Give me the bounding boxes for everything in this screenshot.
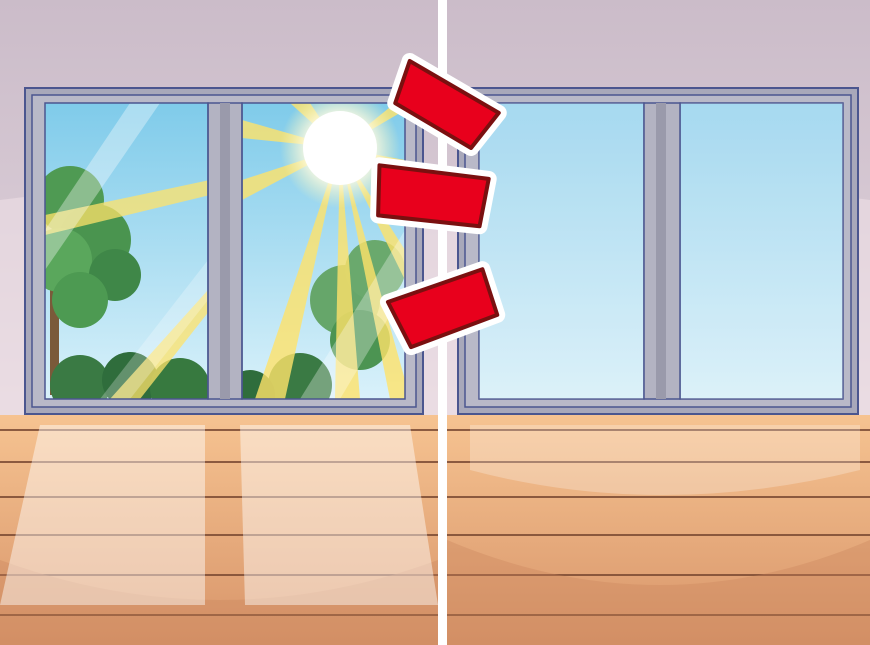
right-panel bbox=[447, 0, 870, 645]
left-window-pane-2 bbox=[242, 103, 405, 399]
left-panel bbox=[0, 0, 438, 645]
left-window-pane-1 bbox=[45, 103, 208, 399]
right-window-pane-1 bbox=[478, 102, 645, 400]
sun-icon bbox=[303, 111, 377, 185]
alert-marks-icon bbox=[370, 52, 507, 356]
right-window-pane-2 bbox=[679, 102, 844, 400]
comparison-illustration bbox=[0, 0, 870, 645]
floor-light-patch-2 bbox=[240, 425, 438, 605]
